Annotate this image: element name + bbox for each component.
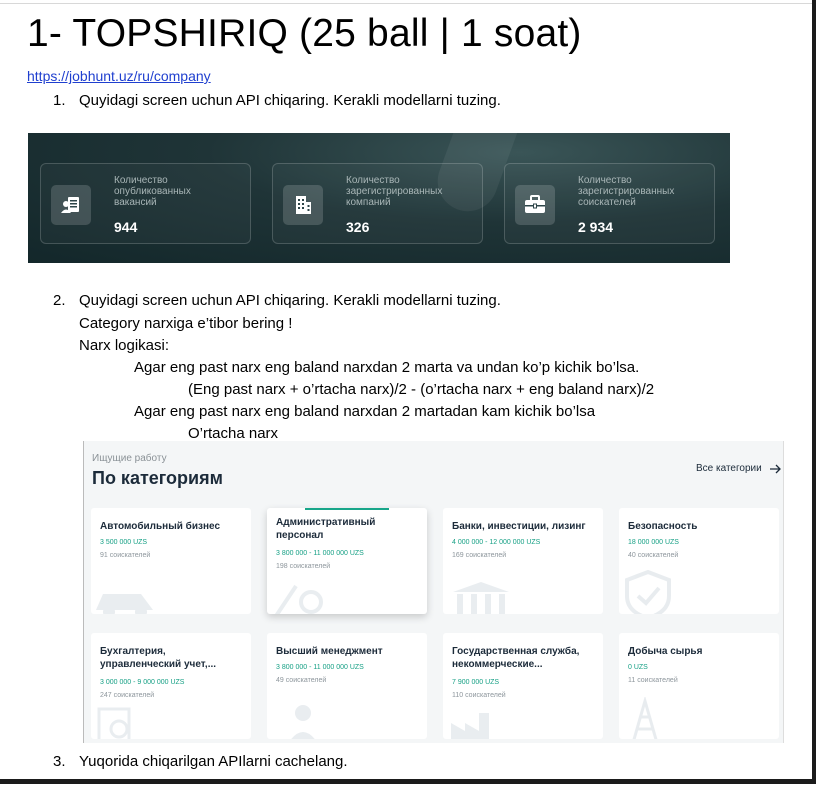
task-2-line-1: Quyidagi screen uchun API chiqaring. Ker… — [79, 292, 501, 309]
category-count: 110 соискателей — [452, 692, 506, 699]
task-3-number: 3. — [53, 753, 66, 770]
stat-value: 944 — [114, 219, 138, 235]
active-indicator — [305, 508, 389, 510]
stat-label: Количество зарегистрированных компаний — [346, 175, 443, 208]
stat-value: 2 934 — [578, 219, 614, 235]
category-title: Административный персонал — [276, 517, 376, 541]
briefcase-icon — [515, 185, 555, 225]
arrow-right-icon — [769, 464, 781, 473]
all-categories-link[interactable]: Все категории — [696, 463, 782, 474]
stat-label: Количество опубликованных вакансий — [114, 175, 191, 208]
top-divider — [0, 3, 812, 4]
stat-card-companies: Количество зарегистрированных компаний 326 — [272, 163, 483, 244]
category-title: Бухгалтерия, управленческий учет,... — [100, 646, 217, 670]
category-price: 3 000 000 - 9 000 000 UZS — [100, 679, 185, 686]
user-document-icon — [51, 185, 91, 225]
category-price: 3 800 000 - 11 000 000 UZS — [276, 664, 364, 671]
category-card[interactable]: Высший менеджмент 3 800 000 - 11 000 000… — [267, 633, 427, 739]
category-title: Добыча сырья — [628, 646, 703, 657]
task-1-text: Quyidagi screen uchun API chiqaring. Ker… — [79, 92, 501, 109]
stat-value: 326 — [346, 219, 370, 235]
task-2-line-2: Category narxiga e’tibor bering ! — [79, 315, 293, 332]
task-2-rule-1: Agar eng past narx eng baland narxdan 2 … — [134, 359, 640, 376]
task-1-number: 1. — [53, 92, 66, 109]
category-price: 0 UZS — [628, 664, 648, 671]
task-3: 3. Yuqorida chiqarilgan APIlarni cachelan… — [53, 753, 348, 770]
category-title: Автомобильный бизнес — [100, 521, 221, 532]
category-card[interactable]: Автомобильный бизнес 3 500 000 UZS 91 со… — [91, 508, 251, 614]
people-icon — [291, 705, 315, 739]
category-title: Безопасность — [628, 521, 698, 532]
category-card[interactable]: Добыча сырья 0 UZS 11 соискателей — [619, 633, 779, 739]
shield-icon — [625, 570, 671, 614]
category-count: 91 соискателей — [100, 552, 151, 559]
category-card[interactable]: Административный персонал 3 800 000 - 11… — [267, 508, 427, 614]
bank-icon — [453, 582, 509, 614]
category-card[interactable]: Безопасность 18 000 000 UZS 40 соискател… — [619, 508, 779, 614]
oil-rig-icon — [632, 697, 658, 739]
car-icon — [96, 594, 153, 614]
category-card[interactable]: Государственная служба, некоммерческие..… — [443, 633, 603, 739]
category-count: 198 соискателей — [276, 563, 331, 570]
stat-card-applicants: Количество зарегистрированных соискателей … — [504, 163, 715, 244]
document-icon — [97, 707, 131, 739]
category-count: 11 соискателей — [628, 677, 678, 684]
category-count: 169 соискателей — [452, 552, 507, 559]
category-title: Государственная служба, некоммерческие..… — [452, 646, 580, 670]
category-card[interactable]: Бухгалтерия, управленческий учет,... 3 0… — [91, 633, 251, 739]
task-2-line-3: Narx logikasi: — [79, 337, 170, 354]
categories-section: Ищущие работу По категориям Все категори… — [83, 441, 784, 743]
category-price: 7 900 000 UZS — [452, 679, 500, 686]
category-price: 3 500 000 UZS — [100, 539, 148, 546]
category-card[interactable]: Банки, инвестиции, лизинг 4 000 000 - 12… — [443, 508, 603, 614]
task-2-rule-2: Agar eng past narx eng baland narxdan 2 … — [134, 403, 596, 420]
all-categories-label: Все категории — [696, 463, 762, 474]
task-2-formula-2: O’rtacha narx — [188, 425, 279, 442]
category-count: 49 соискателей — [276, 677, 327, 684]
task-3-text: Yuqorida chiqarilgan APIlarni cachelang. — [79, 753, 348, 770]
category-price: 4 000 000 - 12 000 000 UZS — [452, 539, 541, 546]
categories-eyebrow: Ищущие работу — [92, 453, 167, 464]
task-1: 1. Quyidagi screen uchun API chiqaring. K… — [53, 92, 501, 109]
category-price: 3 800 000 - 11 000 000 UZS — [276, 550, 364, 557]
building-icon — [283, 185, 323, 225]
factory-icon — [451, 713, 489, 739]
gear-icon — [274, 584, 323, 614]
stat-card-vacancies: Количество опубликованных вакансий 944 — [40, 163, 251, 244]
stats-banner: Количество опубликованных вакансий 944 Кол… — [28, 133, 730, 263]
category-price: 18 000 000 UZS — [628, 539, 679, 546]
task-2: 2. Quyidagi screen uchun API chiqaring. K… — [53, 292, 501, 309]
stat-label: Количество зарегистрированных соискателей — [578, 175, 675, 208]
categories-heading: По категориям — [92, 468, 223, 488]
category-title: Банки, инвестиции, лизинг — [452, 521, 586, 532]
category-count: 40 соискателей — [628, 552, 679, 559]
category-count: 247 соискателей — [100, 692, 155, 699]
category-title: Высший менеджмент — [276, 646, 383, 657]
page-title: 1- TOPSHIRIQ (25 ball | 1 soat) — [27, 12, 582, 55]
task-2-formula-1: (Eng past narx + o’rtacha narx)/2 - (o’r… — [188, 381, 655, 398]
company-link[interactable]: https://jobhunt.uz/ru/company — [27, 68, 211, 84]
task-2-number: 2. — [53, 292, 66, 309]
